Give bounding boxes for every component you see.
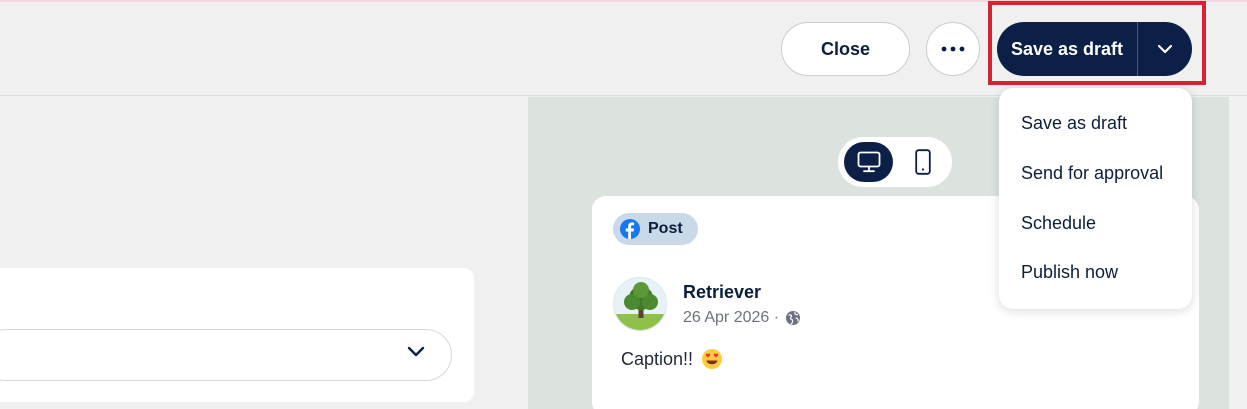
preview-pane-edge [1229, 97, 1247, 409]
post-type-badge: Post [613, 213, 698, 245]
chevron-down-icon [407, 346, 425, 357]
post-date: 26 Apr 2026 · [683, 309, 780, 326]
caption-text: Caption!! [621, 348, 694, 369]
save-split-button: Save as draft [997, 22, 1192, 76]
post-badge-label: Post [648, 220, 683, 237]
desktop-view-button[interactable] [844, 142, 893, 182]
avatar [613, 277, 667, 331]
close-button[interactable]: Close [781, 22, 910, 76]
globe-icon [786, 311, 801, 325]
chevron-down-icon [1157, 44, 1173, 54]
facebook-icon [620, 219, 640, 239]
menu-item-schedule[interactable]: Schedule [1021, 213, 1096, 234]
save-as-draft-button[interactable]: Save as draft [997, 22, 1137, 76]
post-caption: Caption!! [621, 348, 723, 370]
save-options-toggle[interactable] [1138, 22, 1192, 76]
more-options-button[interactable] [926, 22, 980, 76]
save-options-menu: Save as draft Send for approval Schedule… [999, 88, 1192, 309]
desktop-icon [857, 151, 880, 173]
mobile-icon [914, 149, 931, 175]
post-meta: 26 Apr 2026 · [683, 309, 801, 327]
heart-eyes-emoji-icon [702, 349, 723, 369]
mobile-view-button[interactable] [898, 142, 947, 182]
menu-item-send-for-approval[interactable]: Send for approval [1021, 163, 1163, 184]
select-field[interactable] [0, 329, 452, 381]
ellipsis-icon [941, 46, 965, 52]
author-name: Retriever [683, 282, 762, 302]
menu-item-publish-now[interactable]: Publish now [1021, 262, 1118, 283]
menu-item-save-as-draft[interactable]: Save as draft [1021, 113, 1127, 134]
